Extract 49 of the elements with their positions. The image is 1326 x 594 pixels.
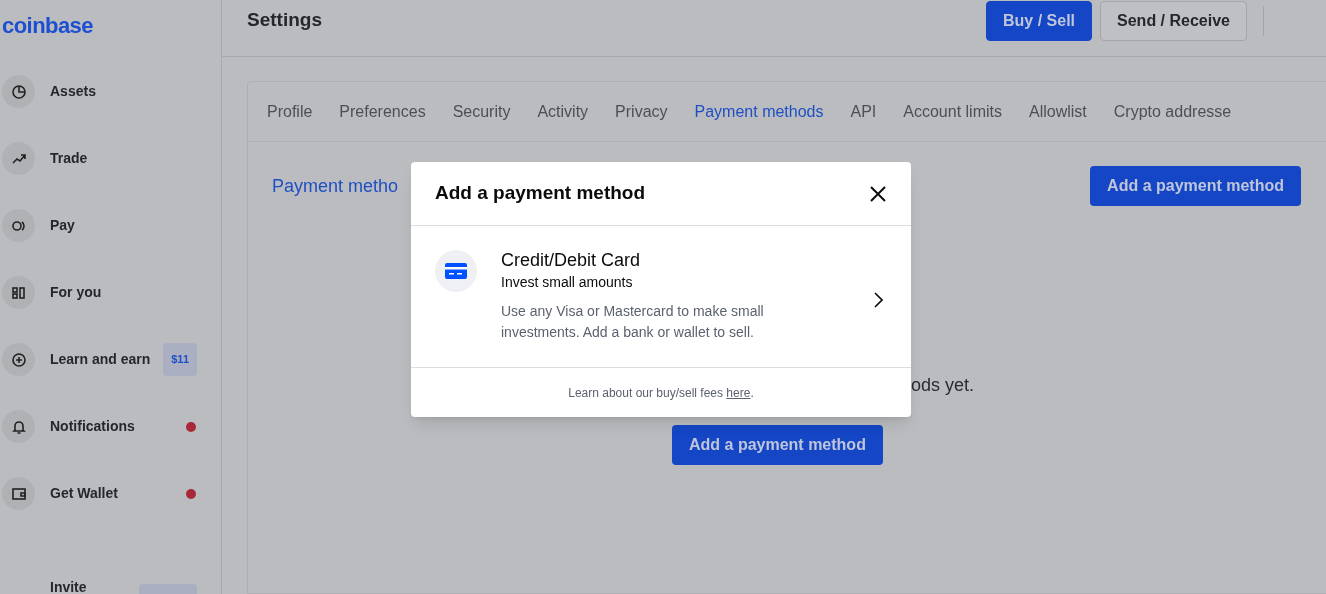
settings-tab[interactable]: Security (452, 99, 511, 124)
sidebar-item[interactable]: Learn and earn $11 (0, 326, 221, 394)
sidebar-label: Trade (50, 149, 88, 169)
sidebar-item[interactable]: Trade (0, 125, 221, 193)
buy-sell-button[interactable]: Buy / Sell (986, 0, 1093, 41)
sidebar-item[interactable]: Pay (0, 192, 221, 260)
sidebar-label: Assets (50, 82, 96, 102)
bell-icon (10, 418, 27, 435)
sidebar-label: Get Wallet (50, 484, 118, 504)
settings-tab[interactable]: Privacy (615, 99, 668, 124)
sidebar-item[interactable]: Invite (0, 527, 221, 594)
settings-tab[interactable]: API (850, 99, 877, 124)
sidebar-label: For you (50, 283, 102, 303)
add-circle-icon (10, 351, 27, 368)
settings-tab[interactable]: Profile (267, 99, 313, 124)
credit-card-icon (445, 263, 467, 279)
sidebar-label: Invite (50, 580, 87, 594)
option-title: Credit/Debit Card (501, 249, 642, 272)
settings-tab[interactable]: Activity (537, 99, 589, 124)
empty-state-text: ods yet. (911, 374, 976, 397)
settings-tab[interactable]: Allowlist (1029, 99, 1087, 124)
close-icon[interactable] (869, 184, 887, 203)
sidebar-item[interactable]: Notifications (0, 393, 221, 461)
sidebar-label: Learn and earn (50, 350, 151, 370)
chevron-right-icon (873, 292, 883, 308)
option-description: Use any Visa or Mastercard to make small investments. Add a bank or wallet to sell. (501, 302, 765, 342)
sidebar-label: Pay (50, 216, 75, 236)
add-payment-button[interactable]: Add a payment method (672, 425, 883, 465)
add-payment-button[interactable]: Add a payment method (1090, 166, 1301, 206)
payment-option[interactable]: Credit/Debit Card Invest small amounts Use any Visa or Mastercard to make small investments. Add a bank or wallet to sell. (411, 226, 911, 368)
wallet-icon (10, 485, 27, 502)
send-receive-button[interactable]: Send / Receive (1100, 0, 1247, 41)
sidebar-item[interactable]: Assets (0, 58, 221, 126)
settings-tab[interactable]: Preferences (339, 99, 426, 124)
page-title: Settings (247, 8, 323, 33)
settings-tab[interactable]: Crypto addresse (1113, 99, 1232, 124)
pie-chart-icon (10, 83, 27, 100)
sidebar-item[interactable]: For you (0, 259, 221, 327)
sidebar-item[interactable]: Get Wallet (0, 460, 221, 528)
layout-icon (10, 284, 27, 301)
settings-tab[interactable]: Payment methods (694, 99, 824, 124)
logo[interactable]: coinbase (0, 0, 221, 59)
fees-note: Learn about our buy/sell fees here. (567, 382, 755, 404)
option-subtitle: Invest small amounts (501, 273, 634, 292)
settings-tab[interactable]: Account limits (903, 99, 1002, 124)
section-title: Payment metho (272, 174, 399, 198)
modal-title: Add a payment method (435, 181, 647, 206)
reward-badge: $11 (163, 343, 197, 376)
sidebar-label: Notifications (50, 417, 135, 437)
